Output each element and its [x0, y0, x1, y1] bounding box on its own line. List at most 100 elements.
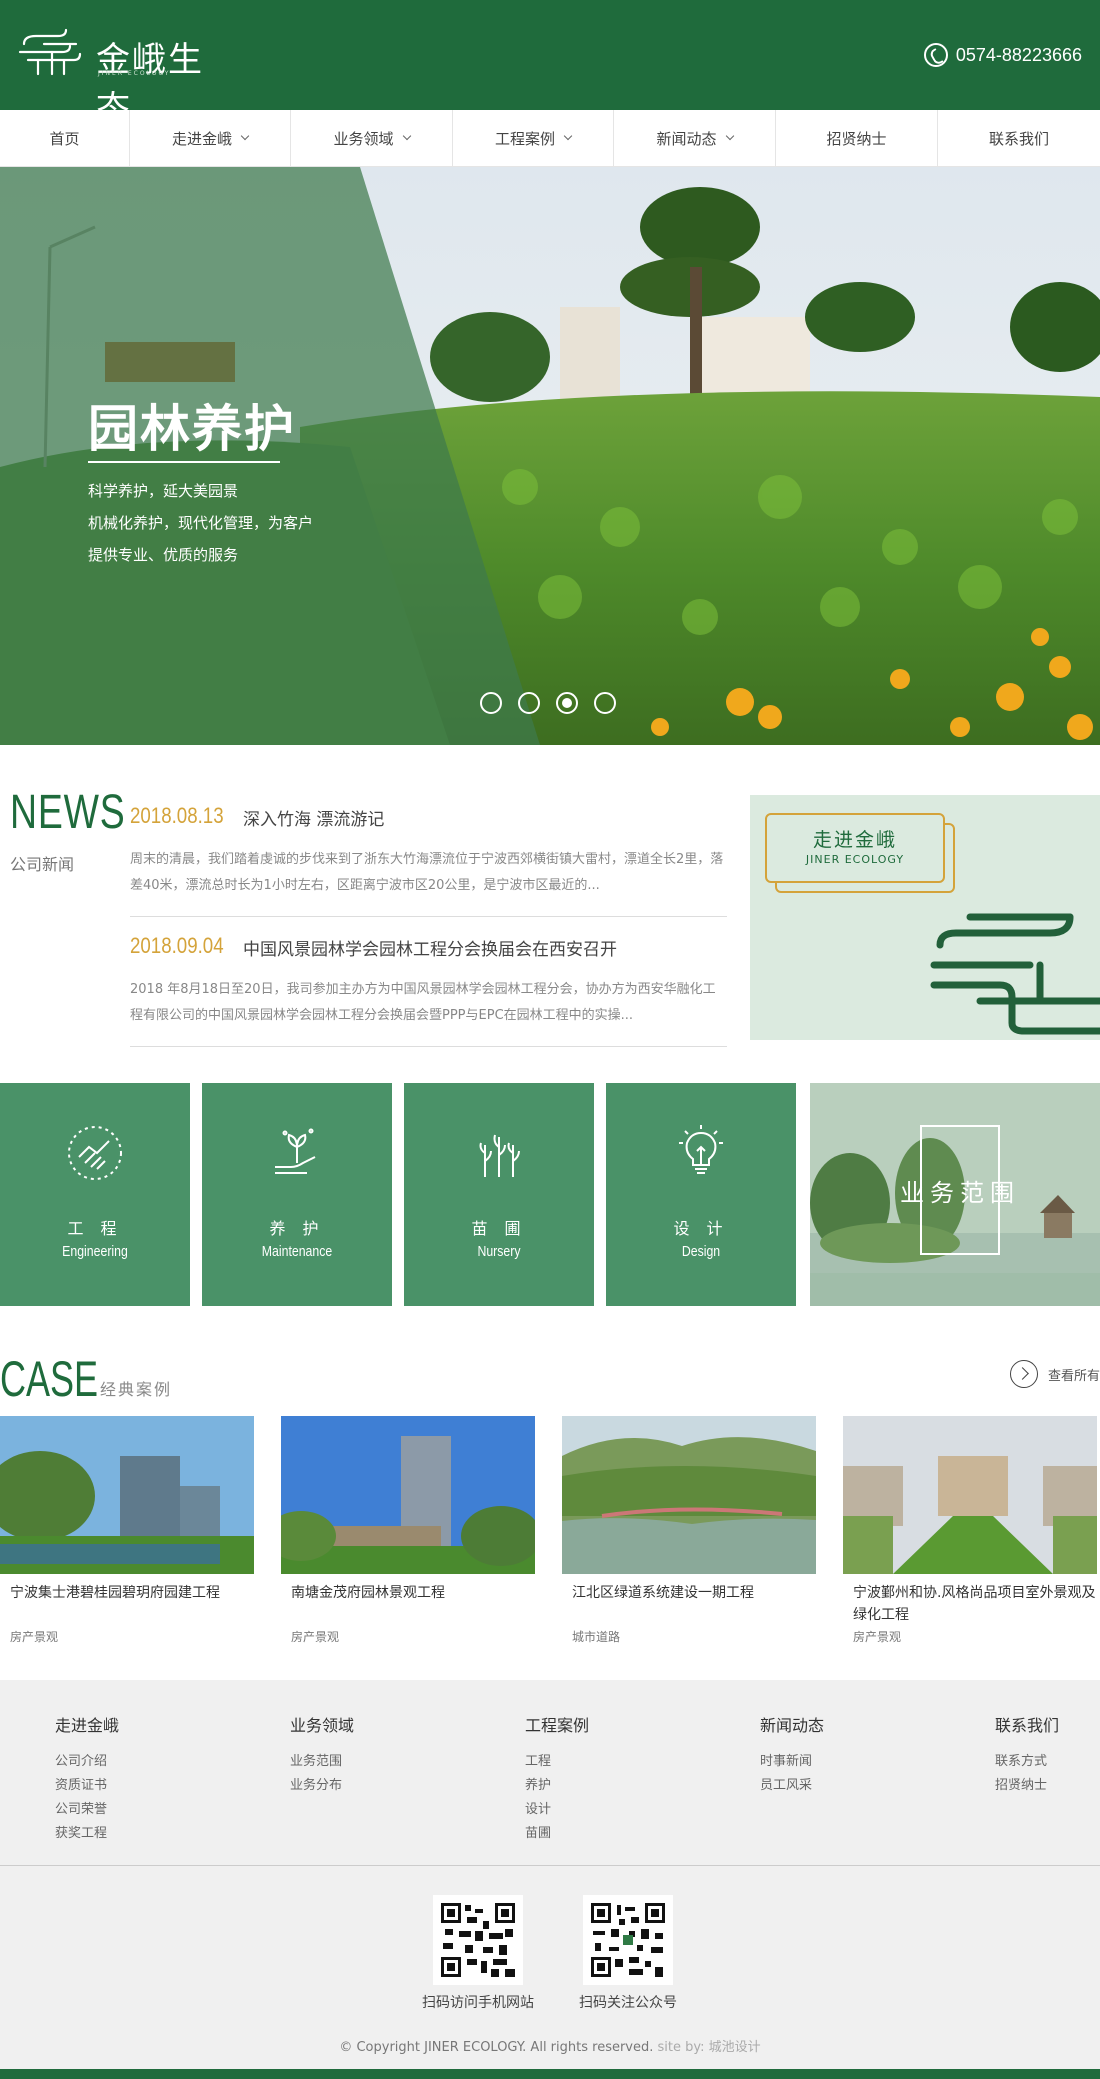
- nav-label: 联系我们: [988, 129, 1049, 148]
- qr-code-icon: [439, 1901, 517, 1979]
- footer-link[interactable]: 业务分布: [290, 1774, 354, 1798]
- case-heading-cn: 经典案例: [100, 1380, 173, 1399]
- case-title[interactable]: 南塘金茂府园林景观工程: [281, 1582, 535, 1630]
- business-scope-label: 业务范围: [900, 1179, 1020, 1207]
- footer-link[interactable]: 设计: [525, 1798, 589, 1822]
- footer-link[interactable]: 获奖工程: [55, 1822, 119, 1846]
- business-scope-card[interactable]: 业务范围: [810, 1083, 1100, 1306]
- lightbulb-icon: [679, 1125, 723, 1174]
- footer-column-title[interactable]: 工程案例: [525, 1712, 589, 1736]
- carousel-dot-2[interactable]: [518, 692, 540, 714]
- case-card[interactable]: 江北区绿道系统建设一期工程 城市道路: [562, 1416, 816, 1645]
- footer-column-title[interactable]: 联系我们: [995, 1712, 1059, 1736]
- footer-link[interactable]: 养护: [525, 1774, 589, 1798]
- case-image[interactable]: [843, 1416, 1097, 1574]
- logo[interactable]: 金峨生态 JINER ECOLOGY: [18, 26, 228, 129]
- case-card[interactable]: 宁波鄞州和协.风格尚品项目室外景观及绿化工程 房产景观: [843, 1416, 1097, 1645]
- nav-item-home[interactable]: 首页: [0, 110, 130, 166]
- footer-column-title[interactable]: 业务领域: [290, 1712, 354, 1736]
- case-card[interactable]: 南塘金茂府园林景观工程 房产景观: [281, 1416, 535, 1645]
- footer-column-title[interactable]: 新闻动态: [760, 1712, 824, 1736]
- hero-title: 园林养护: [88, 400, 296, 458]
- about-card[interactable]: 走进金峨 JINER ECOLOGY: [750, 795, 1100, 1040]
- footer-link[interactable]: 苗圃: [525, 1822, 589, 1846]
- service-card-maintenance[interactable]: 养 护 Maintenance: [202, 1083, 392, 1306]
- cloud-pattern-icon: [930, 913, 1100, 1035]
- chevron-down-icon: [402, 131, 411, 141]
- news-section: NEWS 公司新闻 2018.08.13 深入竹海 漂流游记 周末的清晨，我们踏…: [0, 745, 1100, 1083]
- news-heading-en: NEWS: [10, 786, 126, 839]
- news-date: 2018.08.13: [130, 803, 224, 828]
- news-item[interactable]: 2018.09.04 中国风景园林学会园林工程分会换届会在西安召开 2018 年…: [130, 925, 727, 1047]
- footer-link[interactable]: 招贤纳士: [995, 1774, 1059, 1798]
- site-footer: 走进金峨 公司介绍 资质证书 公司荣誉 获奖工程 业务领域 业务范围 业务分布 …: [0, 1680, 1100, 2079]
- news-summary: 2018 年8月18日至20日，我司参加主办方为中国风景园林学会园林工程分会，协…: [130, 982, 716, 1023]
- case-image[interactable]: [562, 1416, 816, 1574]
- service-card-nursery[interactable]: 苗 圃 Nursery: [404, 1083, 594, 1306]
- footer-column-title[interactable]: 走进金峨: [55, 1712, 119, 1736]
- hero-description: 科学养护，延大美园景 机械化养护，现代化管理，为客户 提供专业、优质的服务: [88, 482, 314, 564]
- nav-item-business[interactable]: 业务领域: [291, 110, 453, 166]
- news-summary: 周末的清晨，我们踏着虔诚的步伐来到了浙东大竹海漂流位于宁波西郊横街镇大雷村，漂道…: [130, 852, 724, 893]
- footer-link[interactable]: 公司介绍: [55, 1750, 119, 1774]
- case-image[interactable]: [281, 1416, 535, 1574]
- case-category: 房产景观: [10, 1630, 59, 1644]
- chevron-down-icon: [563, 131, 573, 141]
- about-title: 走进金峨: [812, 829, 897, 851]
- nav-label: 首页: [49, 129, 80, 148]
- nav-label: 走进金峨: [171, 129, 232, 148]
- footer-link[interactable]: 时事新闻: [760, 1750, 824, 1774]
- footer-link[interactable]: 业务范围: [290, 1750, 354, 1774]
- brand-sub: JINER ECOLOGY: [98, 70, 171, 77]
- news-title[interactable]: 深入竹海 漂流游记: [243, 805, 384, 830]
- case-title[interactable]: 宁波集士港碧桂园碧玥府园建工程: [0, 1582, 254, 1630]
- footer-column-contact: 联系我们 联系方式 招贤纳士: [995, 1712, 1059, 1798]
- service-title: 工 程: [67, 1219, 123, 1238]
- nav-label: 业务领域: [333, 129, 394, 148]
- case-category: 城市道路: [572, 1630, 621, 1644]
- service-title: 养 护: [269, 1219, 325, 1238]
- footer-link[interactable]: 员工风采: [760, 1774, 824, 1798]
- services-section: 工 程 Engineering 养 护 Maintenance 苗 圃 Nurs…: [0, 1083, 1100, 1306]
- case-image[interactable]: [0, 1416, 254, 1574]
- nav-label: 招贤纳士: [826, 129, 887, 148]
- qr-caption-wechat: 扫码关注公众号: [579, 1995, 677, 2011]
- site-by-link[interactable]: site by: 城池设计: [658, 2040, 761, 2055]
- main-nav: 首页 走进金峨 业务领域 工程案例 新闻动态 招贤纳士 联系我们: [0, 110, 1100, 167]
- carousel-dot-3[interactable]: [556, 692, 578, 714]
- case-category: 房产景观: [291, 1630, 340, 1644]
- footer-link[interactable]: 公司荣誉: [55, 1798, 119, 1822]
- nav-item-about[interactable]: 走进金峨: [130, 110, 291, 166]
- nav-item-cases[interactable]: 工程案例: [453, 110, 614, 166]
- nav-item-careers[interactable]: 招贤纳士: [776, 110, 938, 166]
- case-list: 宁波集士港碧桂园碧玥府园建工程 房产景观 南塘金茂府园林景观工程 房产景观 江北…: [0, 1416, 1100, 1676]
- carousel-dot-4[interactable]: [594, 692, 616, 714]
- service-card-design[interactable]: 设 计 Design: [606, 1083, 796, 1306]
- copyright: © Copyright JINER ECOLOGY. All rights re…: [0, 2036, 1100, 2055]
- footer-link[interactable]: 联系方式: [995, 1750, 1059, 1774]
- service-subtitle: Nursery: [477, 1243, 521, 1260]
- header-phone[interactable]: 0574-88223666: [923, 40, 1082, 70]
- case-card[interactable]: 宁波集士港碧桂园碧玥府园建工程 房产景观: [0, 1416, 254, 1645]
- qr-caption-mobile: 扫码访问手机网站: [422, 1995, 534, 2011]
- footer-link[interactable]: 工程: [525, 1750, 589, 1774]
- case-title[interactable]: 江北区绿道系统建设一期工程: [562, 1582, 816, 1630]
- news-title[interactable]: 中国风景园林学会园林工程分会换届会在西安召开: [243, 935, 617, 960]
- footer-link[interactable]: 资质证书: [55, 1774, 119, 1798]
- nav-item-contact[interactable]: 联系我们: [938, 110, 1100, 166]
- news-heading-cn[interactable]: 公司新闻: [10, 851, 74, 875]
- footer-column-business: 业务领域 业务范围 业务分布: [290, 1712, 354, 1798]
- logo-tree-icon: [18, 28, 82, 76]
- hero-banner[interactable]: 园林养护 科学养护，延大美园景 机械化养护，现代化管理，为客户 提供专业、优质的…: [0, 167, 1100, 745]
- footer-column-cases: 工程案例 工程 养护 设计 苗圃: [525, 1712, 589, 1846]
- service-title: 苗 圃: [471, 1219, 527, 1238]
- nav-item-news[interactable]: 新闻动态: [614, 110, 776, 166]
- view-all-link[interactable]: 查看所有: [1009, 1360, 1100, 1388]
- service-subtitle: Maintenance: [261, 1243, 333, 1260]
- case-heading-en: CASE: [0, 1351, 99, 1407]
- carousel-dot-1[interactable]: [480, 692, 502, 714]
- news-item[interactable]: 2018.08.13 深入竹海 漂流游记 周末的清晨，我们踏着虔诚的步伐来到了浙…: [130, 795, 727, 917]
- chevron-down-icon: [725, 131, 734, 141]
- case-title[interactable]: 宁波鄞州和协.风格尚品项目室外景观及绿化工程: [843, 1582, 1097, 1630]
- service-card-engineering[interactable]: 工 程 Engineering: [0, 1083, 190, 1306]
